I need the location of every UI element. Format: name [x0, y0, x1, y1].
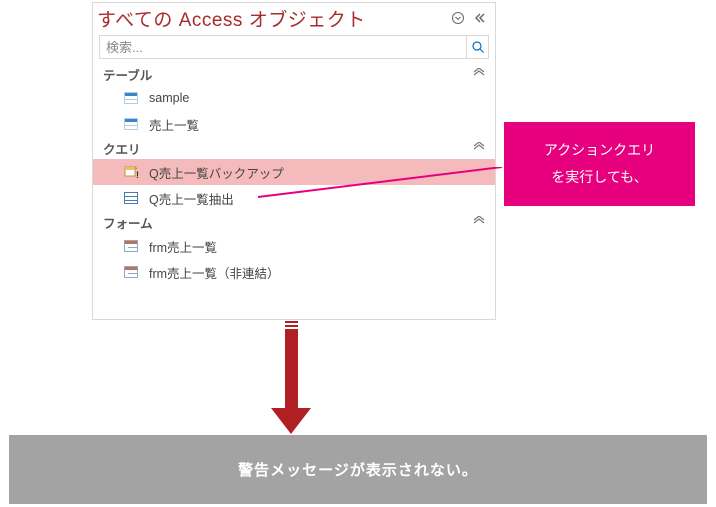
result-message-box: 警告メッセージが表示されない。: [9, 435, 707, 504]
group-header-forms[interactable]: フォーム: [93, 211, 495, 233]
search-icon[interactable]: [466, 36, 488, 58]
callout-box: アクションクエリ を実行しても、: [504, 122, 695, 206]
form-icon: [123, 264, 139, 280]
search-row: [99, 35, 489, 59]
pane-header: すべての Access オブジェクト: [93, 3, 495, 33]
query-item-select[interactable]: Q売上一覧抽出: [93, 185, 495, 211]
collapse-icon: [473, 68, 485, 81]
group-header-tables[interactable]: テーブル: [93, 63, 495, 85]
pane-collapse-icon[interactable]: [471, 9, 489, 27]
query-item-backup[interactable]: ! Q売上一覧バックアップ: [93, 159, 495, 185]
pane-dropdown-icon[interactable]: [449, 9, 467, 27]
collapse-icon: [473, 142, 485, 155]
table-icon: [123, 90, 139, 106]
svg-text:!: !: [136, 170, 139, 180]
table-item[interactable]: sample: [93, 85, 495, 111]
callout-line2: を実行しても、: [551, 169, 647, 185]
collapse-icon: [473, 216, 485, 229]
form-item[interactable]: frm売上一覧（非連結）: [93, 259, 495, 285]
search-input[interactable]: [100, 36, 466, 58]
pane-title: すべての Access オブジェクト: [97, 5, 449, 32]
group-header-queries[interactable]: クエリ: [93, 137, 495, 159]
select-query-icon: [123, 190, 139, 206]
arrow-down-icon: [280, 321, 302, 434]
make-table-query-icon: !: [123, 164, 139, 180]
table-icon: [123, 116, 139, 132]
form-item[interactable]: frm売上一覧: [93, 233, 495, 259]
table-item[interactable]: 売上一覧: [93, 111, 495, 137]
result-text: 警告メッセージが表示されない。: [238, 459, 478, 480]
form-icon: [123, 238, 139, 254]
access-navigation-pane: すべての Access オブジェクト テーブル sample 売上一覧 クエリ: [92, 2, 496, 320]
callout-line1: アクションクエリ: [544, 142, 655, 158]
